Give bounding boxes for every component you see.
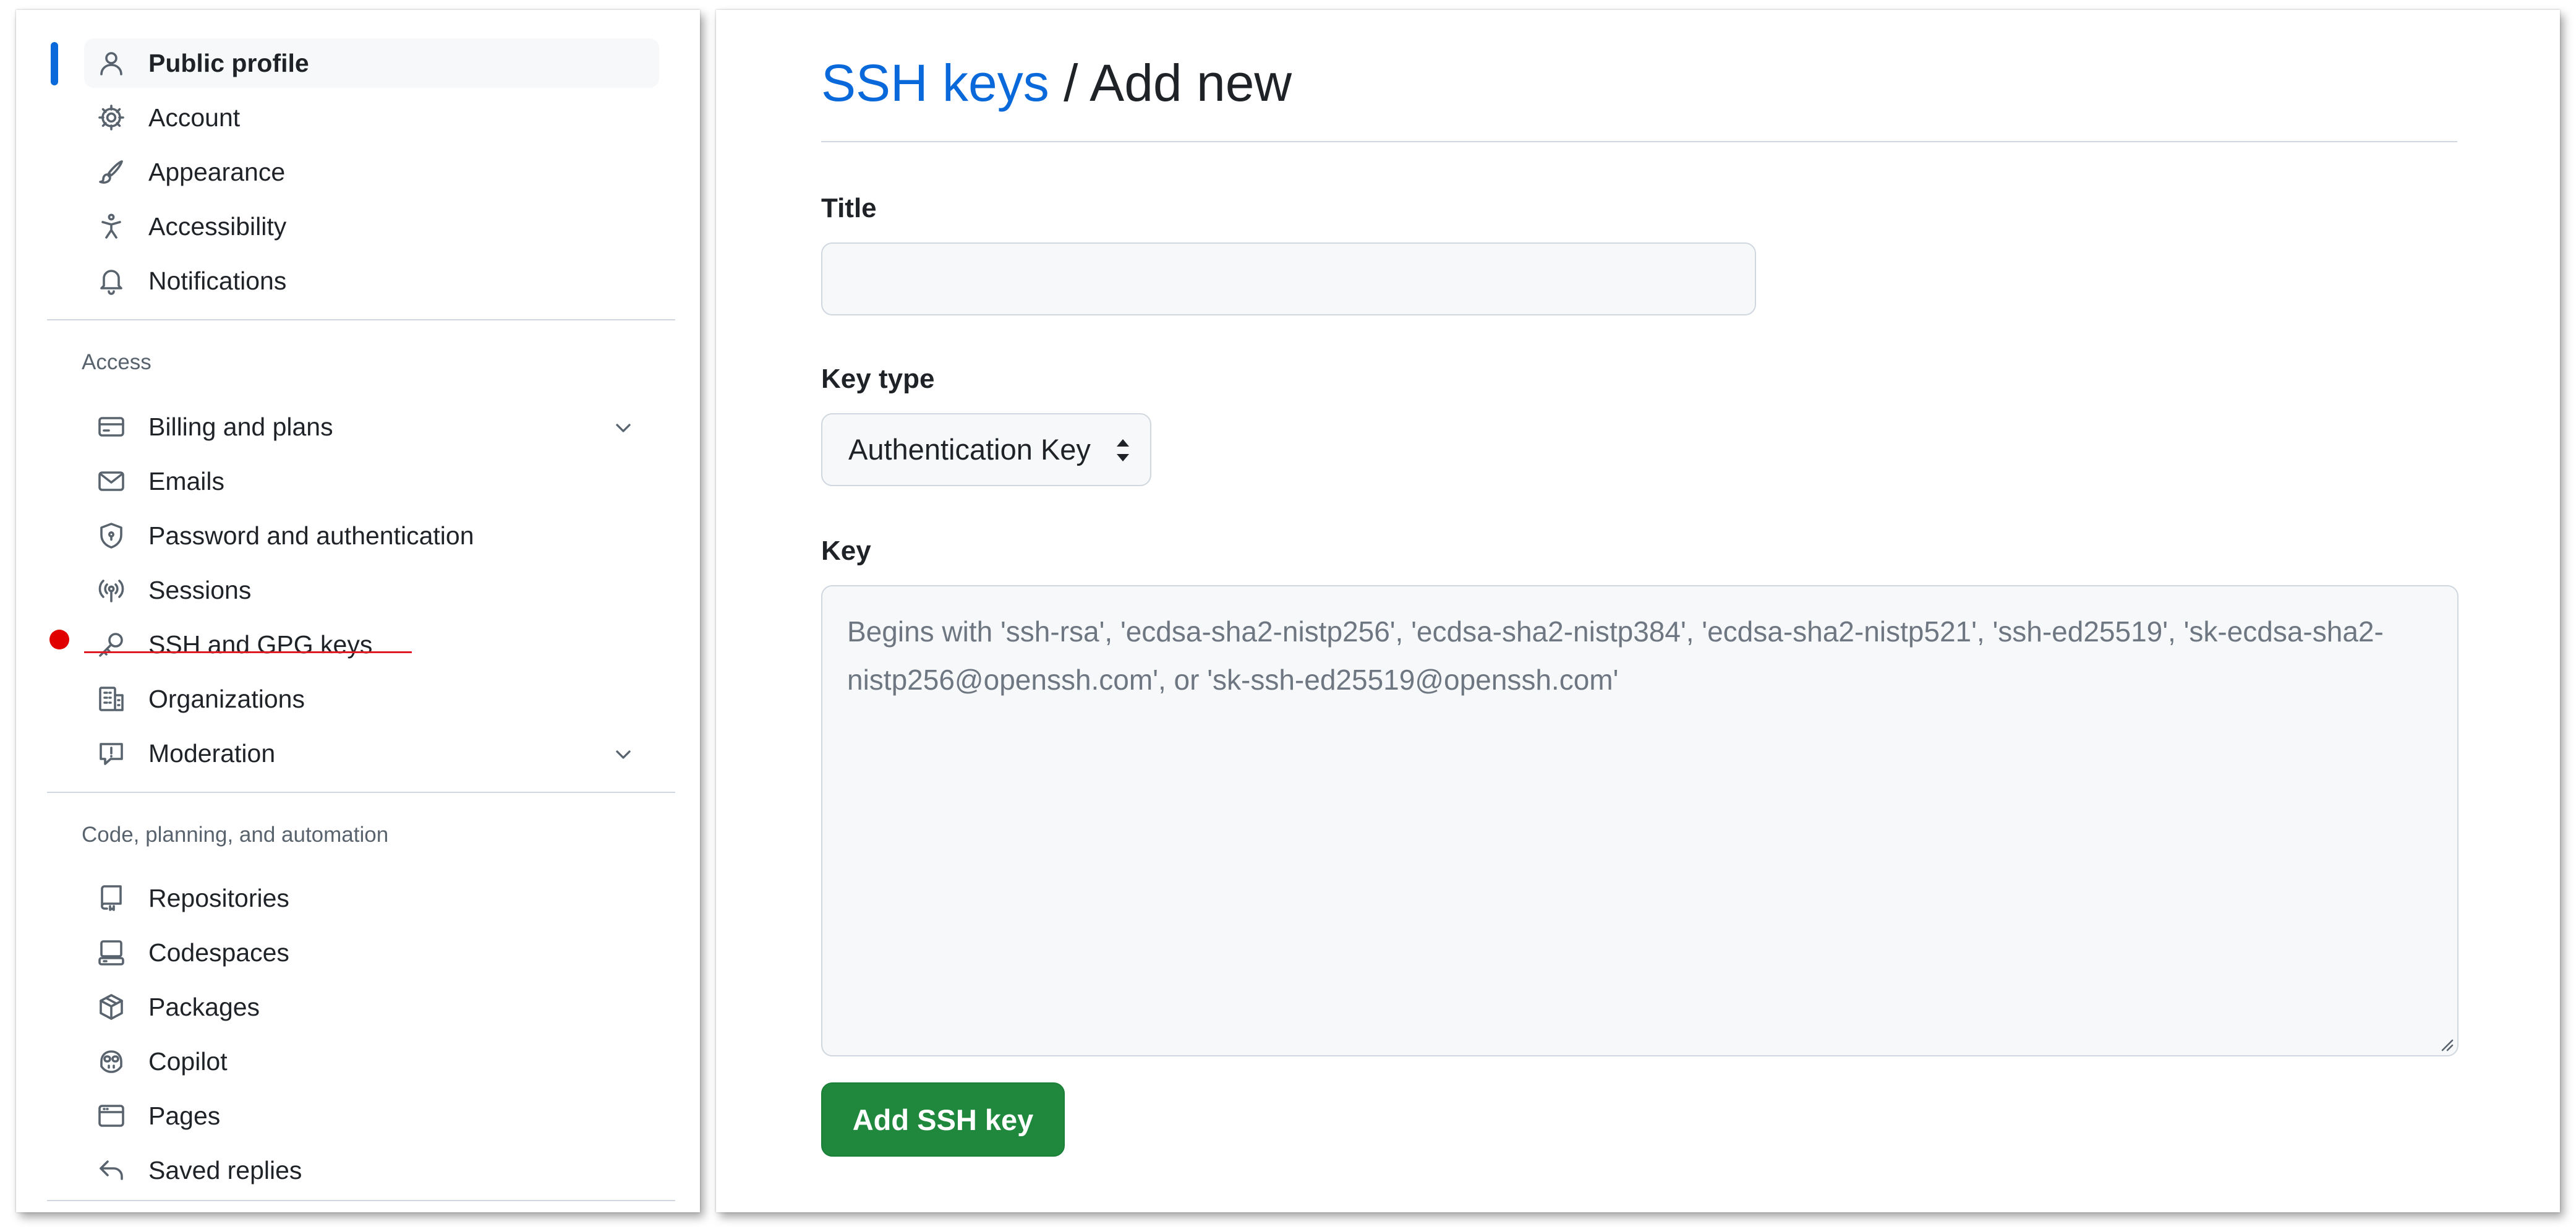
add-ssh-key-button[interactable]: Add SSH key <box>821 1082 1065 1157</box>
sidebar-divider <box>47 1200 675 1201</box>
key-type-label: Key type <box>821 364 935 394</box>
header-divider <box>821 141 2457 142</box>
sidebar-item-label: Account <box>148 103 241 132</box>
sidebar-item-label: Copilot <box>148 1047 228 1076</box>
sidebar-item-saved-replies[interactable]: Saved replies <box>84 1145 659 1195</box>
codespaces-icon <box>96 938 126 967</box>
sidebar-item-label: Appearance <box>148 158 286 186</box>
sidebar-item-label: Password and authentication <box>148 521 474 550</box>
ssh-key-form-panel: SSH keys / Add new Title Key type Authen… <box>716 10 2560 1212</box>
resize-grip-icon[interactable] <box>2439 1037 2454 1051</box>
key-type-select[interactable]: Authentication Key <box>821 413 1151 486</box>
chevron-down-icon[interactable] <box>611 416 636 440</box>
chevron-down-icon[interactable] <box>611 742 636 767</box>
bell-icon <box>96 266 126 296</box>
repo-icon <box>96 883 126 913</box>
sidebar-item-accessibility[interactable]: Accessibility <box>84 202 659 251</box>
sidebar-item-packages[interactable]: Packages <box>84 982 659 1032</box>
breadcrumb-ssh-keys-link[interactable]: SSH keys <box>821 54 1049 112</box>
sidebar-item-sessions[interactable]: Sessions <box>84 565 659 615</box>
reply-icon <box>96 1155 126 1185</box>
sidebar-item-label: Emails <box>148 467 225 495</box>
sidebar-item-organizations[interactable]: Organizations <box>84 674 659 724</box>
sidebar-item-emails[interactable]: Emails <box>84 456 659 506</box>
browser-icon <box>96 1101 126 1131</box>
sidebar-item-billing[interactable]: Billing and plans <box>84 402 659 452</box>
mail-icon <box>96 466 126 496</box>
breadcrumb: SSH keys / Add new <box>821 53 1292 113</box>
sidebar-item-moderation[interactable]: Moderation <box>84 729 659 778</box>
sidebar-item-pages[interactable]: Pages <box>84 1091 659 1141</box>
annotation-marker-dot <box>49 630 69 649</box>
organization-icon <box>96 684 126 714</box>
sidebar-item-notifications[interactable]: Notifications <box>84 256 659 306</box>
sidebar-item-appearance[interactable]: Appearance <box>84 147 659 197</box>
sidebar-item-password[interactable]: Password and authentication <box>84 511 659 560</box>
active-indicator <box>51 42 58 85</box>
copilot-icon <box>96 1047 126 1076</box>
key-textarea[interactable] <box>821 585 2459 1056</box>
sidebar-divider <box>47 792 675 793</box>
sidebar-item-repositories[interactable]: Repositories <box>84 873 659 923</box>
person-icon <box>96 48 126 78</box>
sidebar-item-copilot[interactable]: Copilot <box>84 1037 659 1086</box>
key-icon <box>96 630 126 659</box>
sidebar-item-account[interactable]: Account <box>84 93 659 142</box>
sidebar-item-label: Organizations <box>148 685 305 713</box>
sidebar-item-ssh-gpg-keys[interactable]: SSH and GPG keys <box>84 620 659 669</box>
sidebar-item-label: Notifications <box>148 267 287 295</box>
breadcrumb-separator: / <box>1064 54 1078 112</box>
sidebar-divider <box>47 319 675 320</box>
select-caret-icon <box>1112 437 1134 464</box>
sidebar-item-label: Packages <box>148 993 260 1021</box>
page-title: Add new <box>1090 54 1292 112</box>
title-label: Title <box>821 193 877 223</box>
sidebar-item-label: Pages <box>148 1102 221 1130</box>
settings-sidebar: Public profile Account Appearance Access… <box>16 10 700 1212</box>
annotation-underline <box>84 651 412 653</box>
sidebar-item-public-profile[interactable]: Public profile <box>84 38 659 88</box>
sidebar-group-code-heading: Code, planning, and automation <box>82 823 389 847</box>
title-input[interactable] <box>821 242 1756 315</box>
sidebar-item-label: Codespaces <box>148 938 289 967</box>
sidebar-item-label: Sessions <box>148 576 252 604</box>
sidebar-item-label: Moderation <box>148 739 276 768</box>
paintbrush-icon <box>96 157 126 187</box>
sidebar-item-label: Public profile <box>148 49 309 77</box>
sidebar-item-label: Saved replies <box>148 1156 302 1184</box>
sidebar-group-access-heading: Access <box>82 350 151 374</box>
sidebar-item-codespaces[interactable]: Codespaces <box>84 928 659 977</box>
credit-card-icon <box>96 412 126 442</box>
sidebar-item-label: SSH and GPG keys <box>148 630 373 659</box>
sidebar-item-label: Accessibility <box>148 212 287 241</box>
sidebar-item-label: Billing and plans <box>148 413 333 441</box>
accessibility-icon <box>96 212 126 241</box>
key-type-value: Authentication Key <box>848 433 1091 466</box>
broadcast-icon <box>96 575 126 605</box>
sidebar-item-label: Repositories <box>148 884 289 912</box>
gear-icon <box>96 103 126 132</box>
report-icon <box>96 739 126 768</box>
key-label: Key <box>821 536 871 566</box>
package-icon <box>96 992 126 1022</box>
shield-lock-icon <box>96 521 126 550</box>
